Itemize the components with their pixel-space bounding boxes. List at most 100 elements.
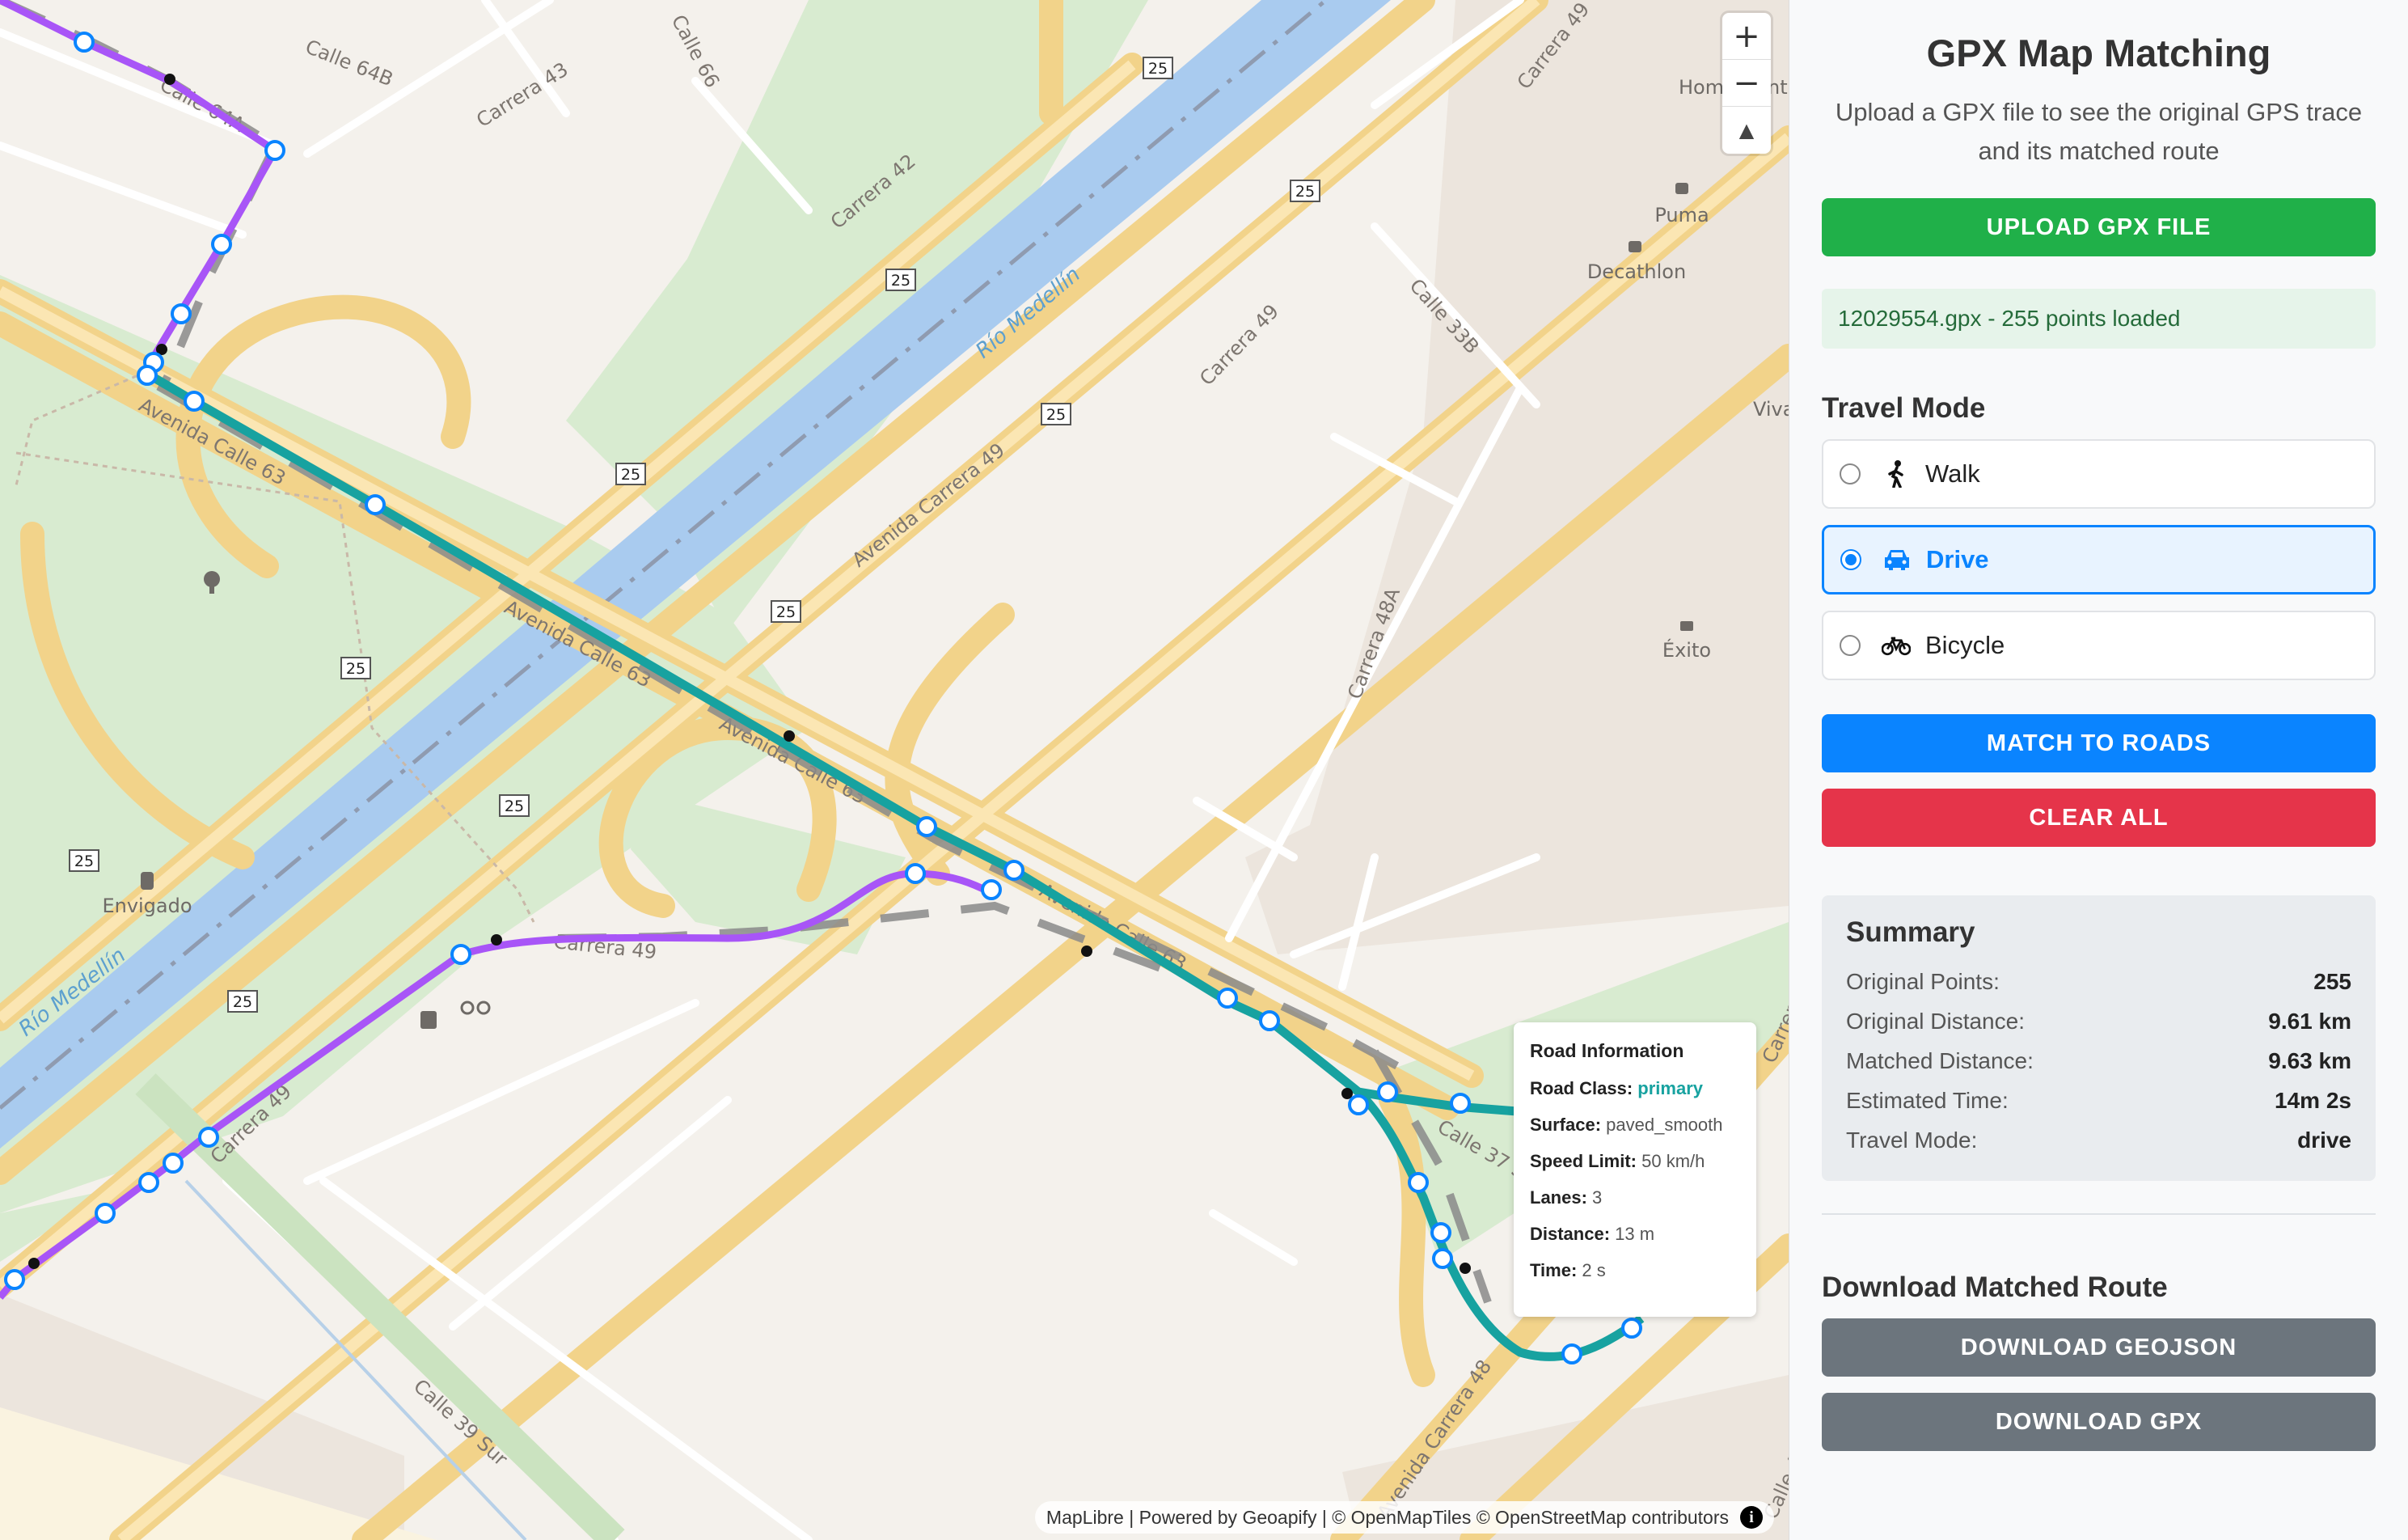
train-icon (141, 872, 154, 890)
map-attribution: MapLibre | Powered by Geoapify | © OpenM… (1034, 1501, 1774, 1534)
app: 25 25 25 25 25 25 25 25 25 25 Calle 64B … (0, 0, 2408, 1540)
popup-row-road-class: Road Class: primary (1530, 1078, 1740, 1099)
route-shield: 25 (346, 660, 365, 678)
summary-value: 14m 2s (2275, 1087, 2351, 1113)
mode-label-bicycle: Bicycle (1925, 631, 2005, 659)
bicycle-icon (1882, 631, 1911, 660)
download-geojson-wrapper: DOWNLOAD GEOJSON (1822, 1318, 2376, 1377)
popup-label: Surface: (1530, 1115, 1602, 1135)
popup-label: Road Class: (1530, 1078, 1633, 1098)
poi-label: Decathlon (1587, 260, 1686, 283)
clear-wrapper: CLEAR ALL (1822, 789, 2376, 847)
summary-value: 255 (2313, 968, 2351, 994)
route-shield: 25 (891, 272, 910, 290)
popup-label: Time: (1530, 1260, 1578, 1280)
popup-title: Road Information (1530, 1040, 1684, 1061)
street-label: Calle 64B (302, 36, 396, 91)
popup-row-lanes: Lanes: 3 (1530, 1187, 1740, 1208)
mode-option-drive[interactable]: Drive (1822, 525, 2376, 594)
road-info-popup: Road Information Road Class: primary Sur… (1514, 1022, 1756, 1317)
summary-label: Matched Distance: (1846, 1047, 2034, 1073)
popup-value: 3 (1592, 1187, 1603, 1208)
summary-row-travel-mode: Travel Mode: drive (1846, 1120, 2351, 1160)
sidebar: GPX Map Matching Upload a GPX file to se… (1789, 0, 2408, 1540)
route-shield: 25 (776, 603, 796, 621)
radio-drive[interactable] (1840, 549, 1861, 570)
popup-row-surface: Surface: paved_smooth (1530, 1115, 1740, 1136)
route-shield: 25 (621, 466, 640, 484)
mode-label-drive: Drive (1926, 545, 1989, 573)
bicycle-icon (460, 1001, 491, 1015)
popup-value: primary (1637, 1078, 1703, 1098)
clear-all-button[interactable]: CLEAR ALL (1822, 789, 2376, 847)
mode-option-walk[interactable]: Walk (1822, 439, 2376, 509)
contributors-text: contributors (1631, 1506, 1729, 1528)
poi-label: Envigado (102, 895, 192, 917)
route-shield: 25 (1046, 406, 1066, 424)
popup-value: 13 m (1615, 1224, 1655, 1244)
summary-row-matched-distance: Matched Distance: 9.63 km (1846, 1041, 2351, 1081)
walk-icon (1882, 459, 1911, 489)
route-shield: 25 (505, 798, 524, 815)
download-gpx-wrapper: DOWNLOAD GPX (1822, 1393, 2376, 1451)
street-label: Carrera 49 (1195, 300, 1283, 390)
bus-icon (420, 1011, 437, 1029)
summary-row-original-points: Original Points: 255 (1846, 962, 2351, 1001)
route-shield: 25 (1295, 183, 1315, 201)
popup-row-speed: Speed Limit: 50 km/h (1530, 1151, 1740, 1172)
map-canvas[interactable]: 25 25 25 25 25 25 25 25 25 25 Calle 64B … (0, 0, 1789, 1540)
page-title: GPX Map Matching (1926, 32, 2271, 74)
radio-bicycle[interactable] (1840, 635, 1861, 656)
summary-value: 9.63 km (2268, 1047, 2351, 1073)
popup-value: 2 s (1582, 1260, 1606, 1280)
download-title: Download Matched Route (1822, 1271, 2168, 1303)
poi-label: Éxito (1662, 638, 1711, 662)
summary-label: Original Distance: (1846, 1008, 2025, 1034)
route-shield: 25 (233, 993, 252, 1011)
mode-option-bicycle[interactable]: Bicycle (1822, 611, 2376, 680)
shop-icon (1629, 241, 1641, 252)
info-icon[interactable]: i (1740, 1506, 1763, 1529)
download-geojson-button[interactable]: DOWNLOAD GEOJSON (1822, 1318, 2376, 1377)
car-icon (1882, 545, 1912, 574)
compass-button[interactable]: ▲ (1722, 107, 1771, 154)
match-wrapper: MATCH TO ROADS (1822, 714, 2376, 772)
divider (1822, 1213, 2376, 1215)
radio-walk[interactable] (1840, 463, 1861, 484)
route-shield: 25 (74, 852, 94, 870)
cart-icon (1680, 621, 1693, 631)
mode-label-walk: Walk (1925, 459, 1980, 488)
summary-panel: Summary Original Points: 255 Original Dis… (1822, 895, 2376, 1181)
popup-label: Distance: (1530, 1224, 1611, 1244)
summary-title: Summary (1846, 916, 1975, 948)
summary-value: drive (2297, 1127, 2351, 1153)
route-shield: 25 (1148, 60, 1168, 78)
poi-label: Puma (1654, 204, 1709, 226)
upload-wrapper: UPLOAD GPX FILE (1822, 198, 2376, 256)
summary-label: Estimated Time: (1846, 1087, 2009, 1113)
summary-row-original-distance: Original Distance: 9.61 km (1846, 1001, 2351, 1041)
match-to-roads-button[interactable]: MATCH TO ROADS (1822, 714, 2376, 772)
download-gpx-button[interactable]: DOWNLOAD GPX (1822, 1393, 2376, 1451)
popup-value: paved_smooth (1606, 1115, 1723, 1135)
travel-mode-title: Travel Mode (1822, 392, 1986, 424)
popup-row-time: Time: 2 s (1530, 1260, 1740, 1281)
summary-value: 9.61 km (2268, 1008, 2351, 1034)
zoom-in-button[interactable]: + (1722, 13, 1771, 60)
summary-label: Travel Mode: (1846, 1127, 1978, 1153)
page-subtitle: Upload a GPX file to see the original GP… (1835, 98, 2363, 165)
maplibre-link[interactable]: MapLibre (1046, 1507, 1124, 1529)
powered-by-text: Powered by (1139, 1506, 1238, 1528)
popup-label: Speed Limit: (1530, 1151, 1637, 1171)
map-controls: + − ▲ (1722, 13, 1771, 154)
osm-link[interactable]: © OpenStreetMap (1476, 1507, 1627, 1529)
geoapify-link[interactable]: Geoapify (1242, 1507, 1316, 1529)
popup-label: Lanes: (1530, 1187, 1587, 1208)
summary-row-estimated-time: Estimated Time: 14m 2s (1846, 1081, 2351, 1120)
status-message: 12029554.gpx - 255 points loaded (1822, 289, 2376, 349)
popup-row-distance: Distance: 13 m (1530, 1224, 1740, 1245)
openmaptiles-link[interactable]: © OpenMapTiles (1332, 1507, 1471, 1529)
upload-gpx-button[interactable]: UPLOAD GPX FILE (1822, 198, 2376, 256)
compass-icon: ▲ (1738, 119, 1755, 142)
zoom-out-button[interactable]: − (1722, 60, 1771, 107)
